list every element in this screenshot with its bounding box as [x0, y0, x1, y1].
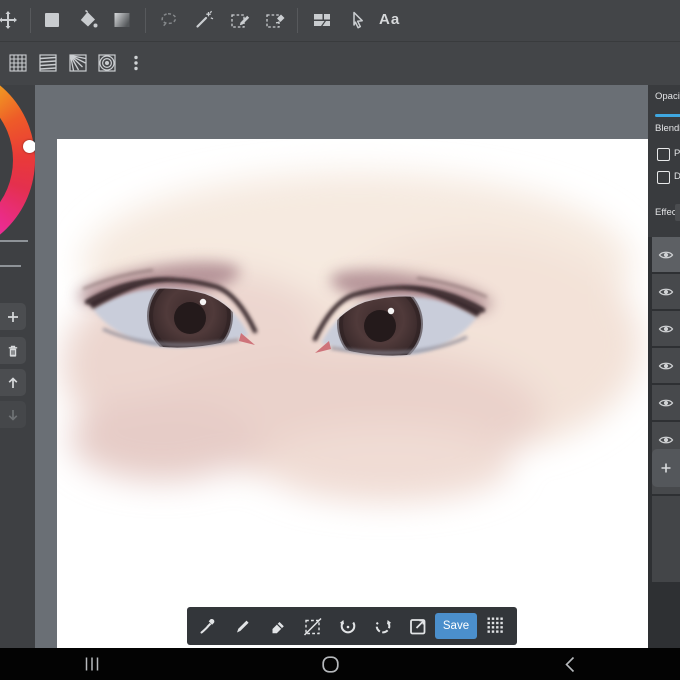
eye-icon[interactable]: [658, 249, 674, 261]
arrow-down-icon: [8, 409, 18, 421]
toolbar-divider: [297, 8, 298, 33]
app-screen: Aa Opaci Blend P D Effect Save: [0, 0, 680, 680]
eye-icon[interactable]: [658, 434, 674, 446]
layer-row[interactable]: [652, 274, 680, 309]
layer-list-empty-area: [652, 496, 680, 582]
eyedropper-icon[interactable]: [197, 615, 219, 637]
layer-list: [648, 237, 680, 648]
eraser-icon[interactable]: [267, 615, 289, 637]
layer-row[interactable]: [652, 385, 680, 420]
deselect-icon[interactable]: [302, 615, 324, 637]
export-icon[interactable]: [407, 615, 429, 637]
screentone-circles-icon[interactable]: [96, 52, 118, 74]
text-tool-button[interactable]: Aa: [379, 11, 400, 28]
move-up-button[interactable]: [0, 369, 26, 396]
android-nav-bar: [0, 648, 680, 680]
screentone-rays-icon[interactable]: [67, 52, 89, 74]
artwork-eyes: [62, 172, 642, 502]
eye-icon[interactable]: [658, 286, 674, 298]
layer-panel: Opacity Blending P D Effect: [648, 85, 680, 648]
move-down-button[interactable]: [0, 401, 26, 428]
saturation-slider[interactable]: [0, 240, 28, 242]
gradient-tool-icon[interactable]: [111, 9, 133, 31]
select-eraser-icon[interactable]: [264, 9, 286, 31]
arrow-up-icon: [8, 376, 18, 388]
magic-wand-icon[interactable]: [193, 9, 215, 31]
back-icon[interactable]: [564, 656, 576, 673]
drag-grid-icon[interactable]: [485, 615, 507, 637]
recent-apps-icon[interactable]: [85, 656, 99, 672]
value-slider[interactable]: [0, 265, 21, 267]
checkbox-draft[interactable]: [657, 171, 670, 184]
floating-toolbar: Save: [187, 607, 517, 645]
eye-icon[interactable]: [658, 323, 674, 335]
eye-icon[interactable]: [658, 397, 674, 409]
cursor-tool-icon[interactable]: [346, 9, 368, 31]
checkbox-protect[interactable]: [657, 148, 670, 161]
redo-icon[interactable]: [372, 615, 394, 637]
overflow-menu-icon[interactable]: [125, 52, 147, 74]
checkbox-protect-label: P: [674, 148, 680, 159]
checkbox-draft-label: D: [674, 171, 680, 182]
color-wheel-selector[interactable]: [23, 140, 35, 153]
add-layer-button[interactable]: [652, 449, 680, 487]
layer-row[interactable]: [652, 311, 680, 346]
screentone-lines-icon[interactable]: [37, 52, 59, 74]
move-tool-icon[interactable]: [0, 9, 19, 31]
toolbar-divider: [30, 8, 31, 33]
opacity-slider[interactable]: [655, 114, 680, 117]
blending-label: Blending: [655, 123, 680, 134]
opacity-label: Opacity: [655, 91, 680, 102]
effect-dropdown[interactable]: [675, 204, 680, 221]
rect-tool-icon[interactable]: [41, 9, 63, 31]
grid-material-icon[interactable]: [7, 52, 29, 74]
drawing-canvas[interactable]: [57, 139, 648, 648]
brush-icon[interactable]: [232, 615, 254, 637]
plus-icon: [661, 463, 671, 473]
save-button[interactable]: Save: [435, 613, 477, 639]
plus-icon: [8, 311, 18, 322]
delete-button[interactable]: [0, 337, 26, 364]
home-icon[interactable]: [322, 656, 339, 673]
split-canvas-icon[interactable]: [311, 9, 333, 31]
add-button[interactable]: [0, 303, 26, 330]
trash-icon: [8, 345, 18, 357]
paint-bucket-icon[interactable]: [77, 9, 99, 31]
layer-row[interactable]: [652, 348, 680, 383]
layer-row[interactable]: [652, 237, 680, 272]
toolbar-divider: [145, 8, 146, 33]
main-toolbar: Aa: [0, 0, 680, 42]
lasso-tool-icon[interactable]: [157, 9, 179, 31]
undo-icon[interactable]: [337, 615, 359, 637]
left-sidebar: [0, 85, 35, 648]
eye-icon[interactable]: [658, 360, 674, 372]
select-pen-icon[interactable]: [229, 9, 251, 31]
